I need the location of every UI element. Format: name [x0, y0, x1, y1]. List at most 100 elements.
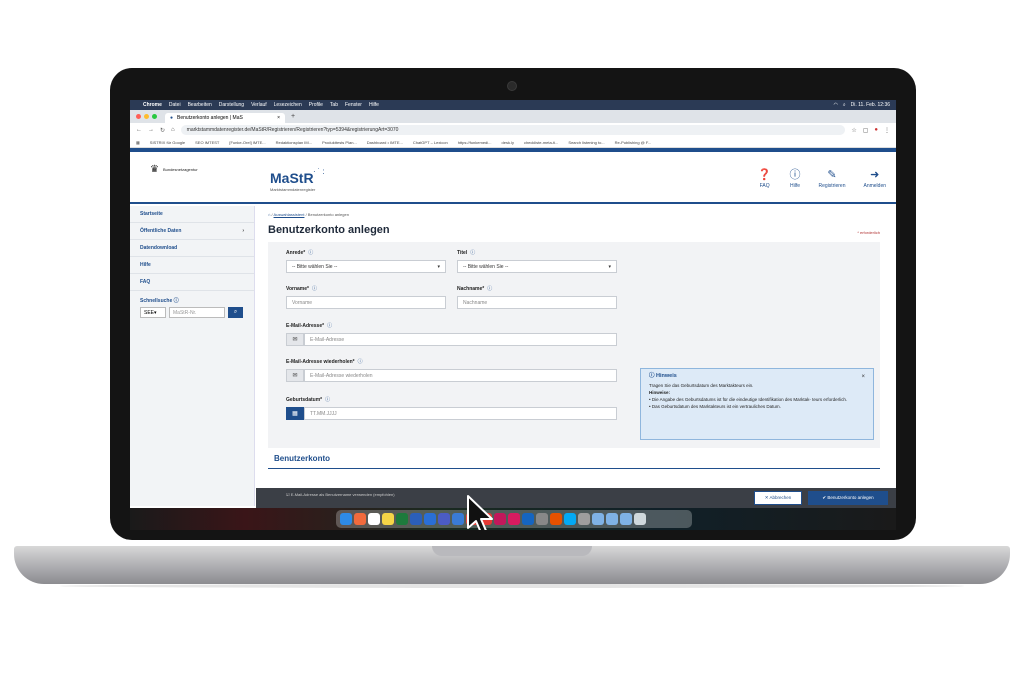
quicksearch-select[interactable]: SEE ▾ [140, 307, 166, 318]
home-icon[interactable]: ⌂ [268, 212, 270, 217]
bookmark-item[interactable]: https://funkemedi... [458, 140, 492, 145]
anrede-select[interactable]: -- Bitte wählen Sie -- ▾ [286, 260, 446, 273]
info-icon[interactable]: ⓘ [308, 250, 313, 256]
cancel-button[interactable]: ✕ Abbrechen [754, 491, 802, 505]
reload-icon[interactable]: ↻ [160, 127, 165, 134]
menubar-item[interactable]: Fenster [345, 102, 362, 108]
bookmark-item[interactable]: SISTRIX für Google [150, 140, 185, 145]
teams-icon[interactable] [438, 513, 450, 525]
sidebar-item-faq[interactable]: FAQ [130, 274, 254, 291]
create-account-button[interactable]: ✔ Benutzerkonto anlegen [808, 491, 888, 505]
excel-icon[interactable] [396, 513, 408, 525]
quicksearch-input[interactable]: MaStR-Nr. [169, 307, 225, 318]
mastr-logo[interactable]: MaStR [270, 170, 314, 186]
trash-icon[interactable] [634, 513, 646, 525]
powerpoint-icon[interactable] [550, 513, 562, 525]
sidebar-item-hilfe[interactable]: Hilfe [130, 257, 254, 274]
calendar-icon[interactable]: ▦ [286, 407, 304, 420]
close-icon[interactable]: × [861, 374, 865, 381]
titel-select[interactable]: -- Bitte wählen Sie -- ▾ [457, 260, 617, 273]
info-icon[interactable]: ⓘ [487, 286, 492, 292]
menubar-item[interactable]: Hilfe [369, 102, 379, 108]
sidebar-item-oeffentliche-daten[interactable]: Öffentliche Daten › [130, 223, 254, 240]
vorname-input[interactable]: Vorname [286, 296, 446, 309]
app-icon[interactable] [536, 513, 548, 525]
info-icon[interactable]: ⓘ [325, 397, 330, 403]
menubar-item[interactable]: Profile [309, 102, 323, 108]
close-window-icon[interactable] [136, 114, 141, 119]
menubar-item[interactable]: Bearbeiten [188, 102, 212, 108]
extensions-icon[interactable]: ▢ [863, 127, 869, 134]
bookmark-star-icon[interactable]: ☆ [851, 127, 856, 134]
info-icon[interactable]: ⓘ [312, 286, 317, 292]
info-icon[interactable]: ⓘ [470, 250, 475, 256]
new-tab-icon[interactable]: + [291, 113, 295, 120]
folder-icon[interactable] [592, 513, 604, 525]
mail-icon[interactable] [452, 513, 464, 525]
info-icon[interactable]: ⓘ [358, 359, 363, 365]
main-content: ⌂ / Auswahlassistent / Benutzerkonto anl… [256, 206, 896, 530]
menubar-app[interactable]: Chrome [143, 102, 162, 108]
username-checkbox[interactable]: ☑ E-Mail-Adresse als Benutzername verwen… [286, 492, 395, 497]
agency-logo[interactable]: ♛ Bundesnetzagentur [150, 164, 198, 175]
sidebar-item-startseite[interactable]: Startseite [130, 206, 254, 223]
nachname-input[interactable]: Nachname [457, 296, 617, 309]
email-input[interactable]: E-Mail-Adresse [304, 333, 617, 346]
profile-icon[interactable]: ● [874, 127, 878, 133]
back-icon[interactable]: ← [136, 127, 142, 133]
incopy-icon[interactable] [508, 513, 520, 525]
menubar-item[interactable]: Tab [330, 102, 338, 108]
settings-icon[interactable] [578, 513, 590, 525]
notes-icon[interactable] [382, 513, 394, 525]
minimize-window-icon[interactable] [144, 114, 149, 119]
photoshop-icon[interactable] [522, 513, 534, 525]
maximize-window-icon[interactable] [152, 114, 157, 119]
apps-icon[interactable]: ▦ [136, 140, 140, 145]
bookmark-item[interactable]: desk.ly [502, 140, 514, 145]
hint-text: Tragen Sie das Geburtsdatum des Marktakt… [649, 383, 754, 388]
sidebar-item-datendownload[interactable]: Datendownload [130, 240, 254, 257]
breadcrumb-link[interactable]: Auswahlassistent [274, 212, 305, 217]
folder-icon[interactable] [620, 513, 632, 525]
bookmark-item[interactable]: Dashboard • IMTE... [367, 140, 403, 145]
word-icon[interactable] [410, 513, 422, 525]
browser-tab[interactable]: ● Benutzerkonto anlegen | MaS × [165, 113, 285, 123]
bookmark-item[interactable]: [Funke-Orel] IMTE... [229, 140, 265, 145]
close-tab-icon[interactable]: × [277, 115, 280, 121]
nav-anmelden[interactable]: ➜ Anmelden [863, 170, 886, 190]
bookmark-item[interactable]: Redaktionsplan IM... [276, 140, 312, 145]
launchpad-icon[interactable] [354, 513, 366, 525]
bookmark-item[interactable]: SEO IMTEST [195, 140, 219, 145]
nav-hilfe[interactable]: ⓘ Hilfe [790, 170, 801, 190]
bookmark-item[interactable]: checkliste-meta-ti... [524, 140, 558, 145]
wifi-icon[interactable]: ◠ [833, 102, 837, 108]
outlook-icon[interactable] [424, 513, 436, 525]
quicksearch-button[interactable]: ⌕ [228, 307, 243, 318]
folder-icon[interactable] [606, 513, 618, 525]
menubar-item[interactable]: Lesezeichen [274, 102, 302, 108]
finder-icon[interactable] [340, 513, 352, 525]
nav-label: Registrieren [818, 183, 846, 189]
nav-faq[interactable]: ❓ FAQ [758, 170, 772, 190]
home-icon[interactable]: ⌂ [171, 127, 175, 133]
search-icon[interactable]: ⌕ [843, 102, 846, 108]
bookmark-item[interactable]: Produkttests Plan... [322, 140, 357, 145]
email-repeat-input[interactable]: E-Mail-Adresse wiederholen [304, 369, 617, 382]
geburtsdatum-input[interactable]: TT.MM.JJJJ [304, 407, 617, 420]
bookmark-item[interactable]: Re-Publishing @ F... [615, 140, 652, 145]
menubar-item[interactable]: Datei [169, 102, 181, 108]
menubar-item[interactable]: Darstellung [219, 102, 244, 108]
bookmark-item[interactable]: Search listening to... [568, 140, 604, 145]
url-field[interactable]: marktstammdatenregister.de/MaStR/Registr… [180, 125, 846, 135]
nav-registrieren[interactable]: ✎ Registrieren [818, 170, 846, 190]
menu-icon[interactable]: ⋮ [884, 127, 890, 134]
mouse-cursor-icon [467, 495, 493, 530]
bookmark-item[interactable]: ChatGPT – Lexicon [413, 140, 448, 145]
calendar-app-icon[interactable] [368, 513, 380, 525]
menubar-item[interactable]: Verlauf [251, 102, 267, 108]
info-icon[interactable]: ⓘ [327, 323, 332, 329]
cloud-icon[interactable] [564, 513, 576, 525]
menubar-clock[interactable]: Di. 11. Feb. 12:36 [851, 102, 890, 108]
forward-icon[interactable]: → [148, 127, 154, 133]
info-icon[interactable]: ⓘ [174, 298, 179, 304]
